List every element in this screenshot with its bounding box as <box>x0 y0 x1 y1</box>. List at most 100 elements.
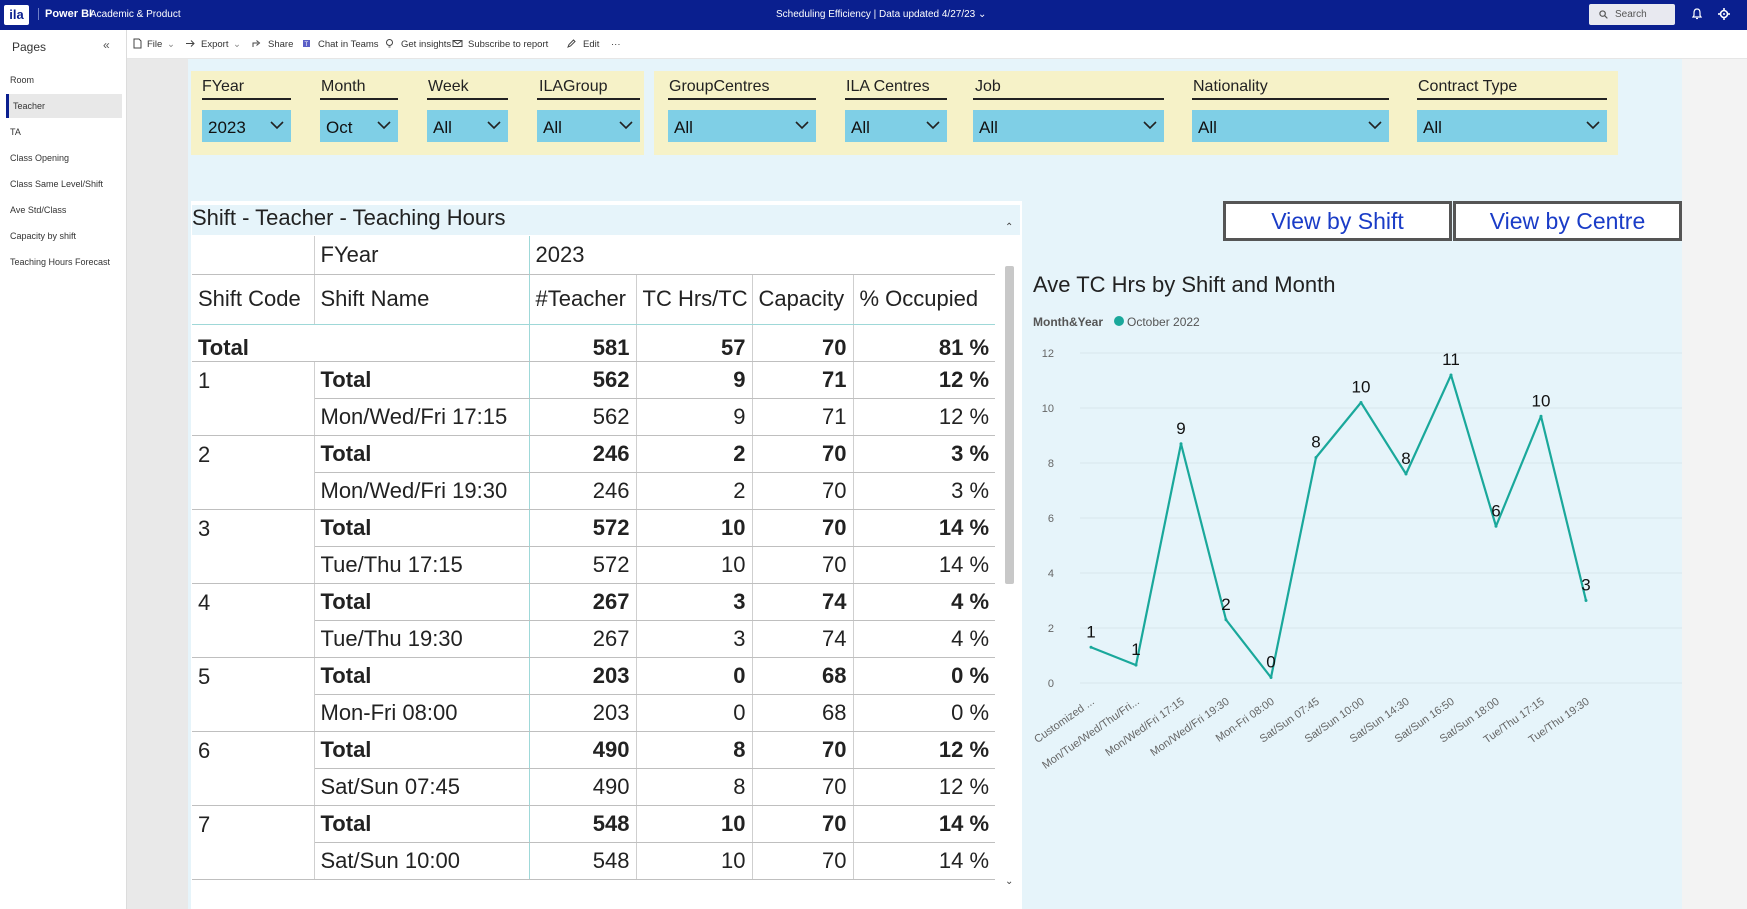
column-header[interactable]: Shift Code <box>192 274 315 325</box>
more-options-icon[interactable]: ··· <box>611 39 621 50</box>
table-cell: 71 <box>752 361 854 399</box>
table-cell: 57 <box>636 324 753 362</box>
slicer-divider <box>668 98 816 100</box>
shift-code-cell: 5 <box>192 657 315 732</box>
data-point <box>1359 401 1363 404</box>
sidebar-item-ta[interactable]: TA <box>6 120 122 144</box>
sidebar-item-class-opening[interactable]: Class Opening <box>6 146 122 170</box>
data-label: 10 <box>1532 391 1551 410</box>
slicer-nationality-dropdown[interactable]: All <box>1192 110 1389 142</box>
sidebar-item-room[interactable]: Room <box>6 68 122 92</box>
chevron-down-icon <box>619 121 633 130</box>
ila-logo[interactable]: ila <box>4 5 29 25</box>
chevron-down-icon <box>926 121 940 130</box>
table-cell: 4 % <box>853 620 996 658</box>
legend-entry[interactable]: October 2022 <box>1127 315 1200 329</box>
chevron-down-icon <box>1368 121 1382 130</box>
subtotal-label: Total <box>314 657 530 695</box>
sidebar-item-class-same-level[interactable]: Class Same Level/Shift <box>6 172 122 196</box>
scroll-down-icon[interactable]: ⌄ <box>1005 876 1013 887</box>
table-cell: 10 <box>636 805 753 843</box>
scroll-up-icon[interactable]: ⌃ <box>1005 222 1013 233</box>
export-menu[interactable]: Export <box>201 39 228 50</box>
matrix-title: Shift - Teacher - Teaching Hours <box>192 205 1020 235</box>
view-by-centre-button[interactable]: View by Centre <box>1453 201 1682 241</box>
slicer-job-dropdown[interactable]: All <box>973 110 1164 142</box>
column-header[interactable]: Shift Name <box>314 274 530 325</box>
settings-gear-icon[interactable] <box>1717 7 1731 21</box>
table-cell: 572 <box>529 509 637 547</box>
fyear-header-value: 2023 <box>529 236 996 275</box>
table-cell: 246 <box>529 472 637 510</box>
sidebar-item-teaching-hours-forecast[interactable]: Teaching Hours Forecast <box>6 250 122 274</box>
chart-title: Ave TC Hrs by Shift and Month <box>1033 272 1336 297</box>
view-by-shift-button[interactable]: View by Shift <box>1223 201 1452 241</box>
data-point <box>1449 373 1453 377</box>
table-cell: 203 <box>529 694 637 732</box>
column-header[interactable]: #Teacher <box>529 274 637 325</box>
table-cell: 3 <box>636 583 753 621</box>
slicer-fyear-dropdown[interactable]: 2023 <box>202 110 291 142</box>
chat-in-teams-button[interactable]: Chat in Teams <box>318 39 379 50</box>
share-button[interactable]: Share <box>268 39 293 50</box>
subscribe-button[interactable]: Subscribe to report <box>468 39 548 50</box>
y-tick-label: 10 <box>1042 403 1054 415</box>
top-app-bar: ila Power BI Academic & Product Scheduli… <box>0 0 1747 30</box>
search-input[interactable]: Search <box>1589 4 1675 25</box>
table-cell: 12 % <box>853 768 996 806</box>
edit-button[interactable]: Edit <box>583 39 599 50</box>
get-insights-button[interactable]: Get insights <box>401 39 451 50</box>
file-menu[interactable]: File <box>147 39 162 50</box>
column-header[interactable]: TC Hrs/TC <box>636 274 753 325</box>
shift-name-cell: Sat/Sun 07:45 <box>314 768 530 806</box>
report-toolbar: File ⌄ Export ⌄ Share T Chat in Teams Ge… <box>127 30 1747 59</box>
table-cell: 490 <box>529 731 637 769</box>
slicer-month-dropdown[interactable]: Oct <box>320 110 398 142</box>
data-point <box>1494 524 1498 528</box>
table-cell: 0 <box>636 657 753 695</box>
report-title-dropdown[interactable]: Scheduling Efficiency | Data updated 4/2… <box>776 9 986 20</box>
slicer-contract-type-dropdown[interactable]: All <box>1417 110 1607 142</box>
x-tick-label: Mon/Wed/Fri 19:30 <box>1148 696 1231 759</box>
column-header[interactable]: % Occupied <box>853 274 996 325</box>
shift-code-cell: 2 <box>192 435 315 510</box>
slicer-ilagroup-dropdown[interactable]: All <box>537 110 640 142</box>
table-cell: 68 <box>752 657 854 695</box>
search-placeholder: Search <box>1615 9 1647 20</box>
slicer-week-dropdown[interactable]: All <box>427 110 508 142</box>
slicer-week-label: Week <box>428 78 469 95</box>
subtotal-label: Total <box>314 805 530 843</box>
slicer-ila-centres-value: All <box>851 118 870 137</box>
collapse-pane-icon[interactable]: « <box>103 38 110 52</box>
table-cell: 71 <box>752 398 854 436</box>
sidebar-item-ave-std-class[interactable]: Ave Std/Class <box>6 198 122 222</box>
slicer-divider <box>1192 98 1389 100</box>
sidebar-item-teacher[interactable]: Teacher <box>6 94 122 118</box>
slicer-groupcentres-label: GroupCentres <box>669 78 770 95</box>
powerbi-brand[interactable]: Power BI <box>38 8 92 20</box>
subtotal-label: Total <box>314 435 530 473</box>
slicer-ila-centres-dropdown[interactable]: All <box>845 110 947 142</box>
data-point <box>1179 442 1183 446</box>
notification-bell-icon[interactable] <box>1690 7 1704 21</box>
workspace-name[interactable]: Academic & Product <box>90 9 181 20</box>
table-cell: 81 % <box>853 324 996 362</box>
table-cell: 2 <box>636 435 753 473</box>
shift-code-cell: 6 <box>192 731 315 806</box>
data-label: 8 <box>1311 433 1320 452</box>
table-cell: 14 % <box>853 805 996 843</box>
grand-total-label: Total <box>192 324 530 362</box>
sidebar-item-capacity-by-shift[interactable]: Capacity by shift <box>6 224 122 248</box>
lightbulb-icon <box>386 39 393 48</box>
table-scrollbar-thumb[interactable] <box>1005 266 1014 584</box>
shift-name-cell: Tue/Thu 17:15 <box>314 546 530 584</box>
slicer-ila-centres-label: ILA Centres <box>846 78 930 95</box>
shift-name-cell: Mon/Wed/Fri 19:30 <box>314 472 530 510</box>
data-point <box>1539 414 1543 418</box>
slicer-groupcentres-dropdown[interactable]: All <box>668 110 816 142</box>
data-label: 1 <box>1086 622 1095 641</box>
table-cell: 70 <box>752 768 854 806</box>
shift-name-cell: Sat/Sun 10:00 <box>314 842 530 880</box>
slicer-ilagroup-label: ILAGroup <box>539 78 608 95</box>
column-header[interactable]: Capacity <box>752 274 854 325</box>
